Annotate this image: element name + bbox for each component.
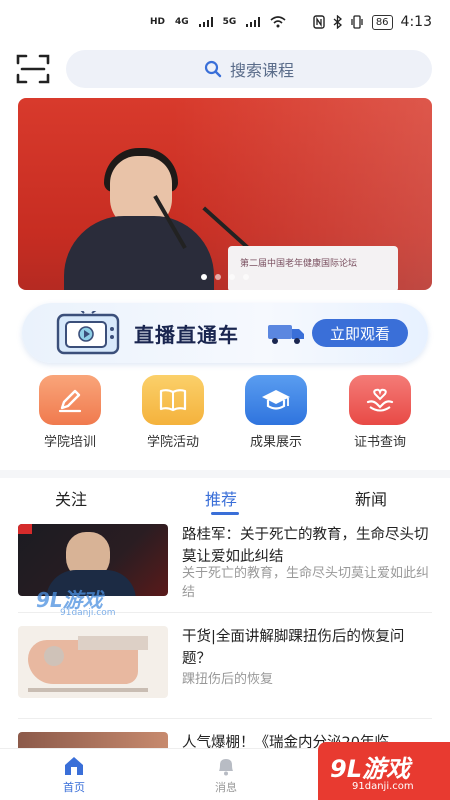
hero-banner[interactable]: 第二届中国老年健康国际论坛 xyxy=(18,98,432,290)
header: 搜索课程 xyxy=(0,50,450,90)
nav-label: 学院培训 xyxy=(43,435,96,450)
status-right: 86 4:13 xyxy=(313,14,432,30)
wifi-icon xyxy=(270,16,286,28)
tab-active-indicator xyxy=(211,512,239,515)
search-icon xyxy=(204,60,222,78)
article-subtitle: 关于死亡的教育，生命尽头切莫让爱如此纠结 xyxy=(182,566,430,600)
article-title: 路桂军：关于死亡的教育，生命尽头切莫让爱如此纠结 xyxy=(182,527,429,565)
tab-news[interactable]: 新闻 xyxy=(355,486,387,510)
search-placeholder: 搜索课程 xyxy=(229,61,294,80)
nav-certificate-query[interactable]: 证书查询 xyxy=(332,375,428,450)
quick-nav: 学院培训 学院活动 成果展示 证书查询 xyxy=(0,375,450,455)
divider xyxy=(18,718,432,719)
nav-label: 消息 xyxy=(215,781,237,794)
truck-icon xyxy=(268,325,304,344)
nav-messages[interactable]: 消息 xyxy=(196,755,256,795)
signal-bars-icon xyxy=(246,17,261,27)
content-tabs: 关注 推荐 新闻 xyxy=(0,470,450,515)
bluetooth-icon xyxy=(333,15,342,29)
search-input[interactable]: 搜索课程 xyxy=(66,50,432,88)
tab-following[interactable]: 关注 xyxy=(55,486,87,510)
bell-icon xyxy=(219,759,233,776)
nav-home[interactable]: 首页 xyxy=(44,755,104,795)
carousel-dot[interactable] xyxy=(229,274,235,280)
graduation-cap-icon xyxy=(262,390,290,410)
article-item[interactable]: 干货|全面讲解脚踝扭伤后的恢复问题？ 踝扭伤后的恢复 xyxy=(18,626,432,716)
watermark-url: 91danji.com xyxy=(60,608,116,618)
carousel-dot[interactable] xyxy=(201,274,207,280)
nav-label: 证书查询 xyxy=(353,435,406,450)
nav-label: 首页 xyxy=(63,781,85,794)
clock: 4:13 xyxy=(400,14,432,30)
carousel-dots xyxy=(18,274,432,280)
article-thumbnail xyxy=(18,732,168,748)
scan-button[interactable] xyxy=(16,54,50,84)
tv-icon xyxy=(56,311,120,355)
battery-indicator: 86 xyxy=(371,14,393,30)
article-subtitle: 踝扭伤后的恢复 xyxy=(182,672,274,687)
book-icon xyxy=(159,389,187,412)
live-title: 直播直通车 xyxy=(134,323,239,347)
nav-label: 学院活动 xyxy=(146,435,199,450)
pencil-icon xyxy=(58,389,82,413)
live-stream-banner[interactable]: 直播直通车 立即观看 xyxy=(22,303,428,363)
watch-now-button[interactable]: 立即观看 xyxy=(312,319,408,347)
nav-academy-activity[interactable]: 学院活动 xyxy=(125,375,221,450)
tab-recommended[interactable]: 推荐 xyxy=(205,486,237,510)
signal-bars-icon xyxy=(198,17,213,27)
nav-academy-training[interactable]: 学院培训 xyxy=(22,375,118,450)
scan-icon xyxy=(16,54,50,84)
status-bar: HD 4G 5G 86 4:13 xyxy=(0,0,450,44)
vibrate-icon xyxy=(351,15,363,29)
hd-label: HD xyxy=(150,17,166,27)
network-indicators: HD 4G 5G xyxy=(150,16,286,28)
signal-5g: 5G xyxy=(222,17,237,27)
carousel-dot[interactable] xyxy=(215,274,221,280)
article-thumbnail xyxy=(18,626,168,698)
signal-4g: 4G xyxy=(175,17,189,27)
carousel-dot[interactable] xyxy=(243,274,249,280)
nfc-icon xyxy=(313,15,325,29)
nav-achievements[interactable]: 成果展示 xyxy=(228,375,324,450)
corner-logo: 9L游戏 xyxy=(330,755,410,783)
article-title: 干货|全面讲解脚踝扭伤后的恢复问题？ xyxy=(182,629,405,667)
hands-heart-icon xyxy=(366,388,394,412)
home-icon xyxy=(65,757,83,775)
corner-logo-url: 91danji.com xyxy=(352,781,414,792)
nav-label: 成果展示 xyxy=(249,435,302,450)
lectern-text: 第二届中国老年健康国际论坛 xyxy=(240,259,358,269)
